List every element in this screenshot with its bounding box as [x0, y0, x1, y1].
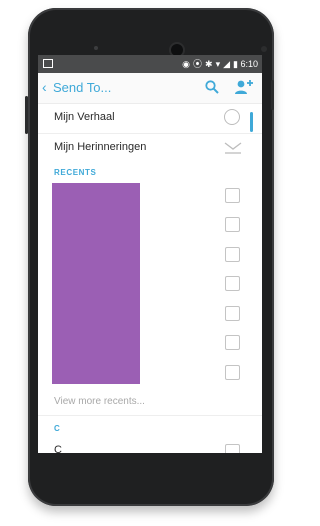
recent-checkbox[interactable] — [225, 188, 240, 203]
row-my-story[interactable]: Mijn Verhaal — [38, 103, 262, 133]
recents-section-header: RECENTS — [54, 168, 97, 177]
redacted-contacts-block — [52, 183, 140, 384]
power-button — [271, 80, 274, 110]
row-my-memories[interactable]: Mijn Herinneringen — [38, 133, 262, 163]
proximity-sensor — [261, 46, 267, 52]
recent-checkbox[interactable] — [225, 365, 240, 380]
back-icon[interactable]: ‹ — [42, 79, 47, 95]
view-more-recents-link[interactable]: View more recents... — [54, 396, 145, 408]
volume-button — [25, 96, 28, 134]
recent-checkbox[interactable] — [225, 335, 240, 350]
status-bar: ◉ ⦿ ✱ ▾ ◢ ▮ 6:10 — [38, 55, 262, 73]
my-memories-label: Mijn Herinneringen — [54, 141, 147, 153]
battery-icon: ▮ — [233, 59, 238, 69]
partial-contact-row[interactable]: C — [54, 444, 62, 453]
bluetooth-icon: ✱ — [205, 59, 213, 69]
divider — [38, 415, 262, 416]
recent-checkbox[interactable] — [225, 247, 240, 262]
recent-checkbox[interactable] — [225, 306, 240, 321]
send-to-header: ‹ Send To... — [38, 73, 262, 104]
recent-checkbox[interactable] — [225, 217, 240, 232]
scrollbar[interactable] — [250, 112, 253, 132]
add-friend-icon[interactable] — [234, 79, 254, 95]
recent-checkbox[interactable] — [225, 276, 240, 291]
my-story-label: Mijn Verhaal — [54, 111, 115, 123]
speaker-dot — [94, 46, 98, 50]
hotspot-icon: ◉ — [182, 59, 191, 69]
alphabet-section-header: C — [54, 424, 60, 433]
partial-row-checkbox[interactable] — [225, 444, 240, 453]
page-title: Send To... — [53, 80, 112, 95]
location-icon: ⦿ — [193, 59, 203, 69]
my-story-select-circle[interactable] — [224, 109, 240, 125]
memories-chevron-icon[interactable] — [224, 141, 242, 155]
status-icons: ◉ ⦿ ✱ ▾ ◢ ▮ — [182, 58, 238, 70]
signal-icon: ◢ — [223, 59, 231, 69]
wifi-icon: ▾ — [215, 59, 221, 69]
status-time: 6:10 — [240, 59, 258, 69]
notification-icon — [43, 59, 53, 68]
search-icon[interactable] — [205, 80, 219, 94]
app-screen: ◉ ⦿ ✱ ▾ ◢ ▮ 6:10 ‹ Send To... Mijn Verha… — [38, 55, 262, 453]
